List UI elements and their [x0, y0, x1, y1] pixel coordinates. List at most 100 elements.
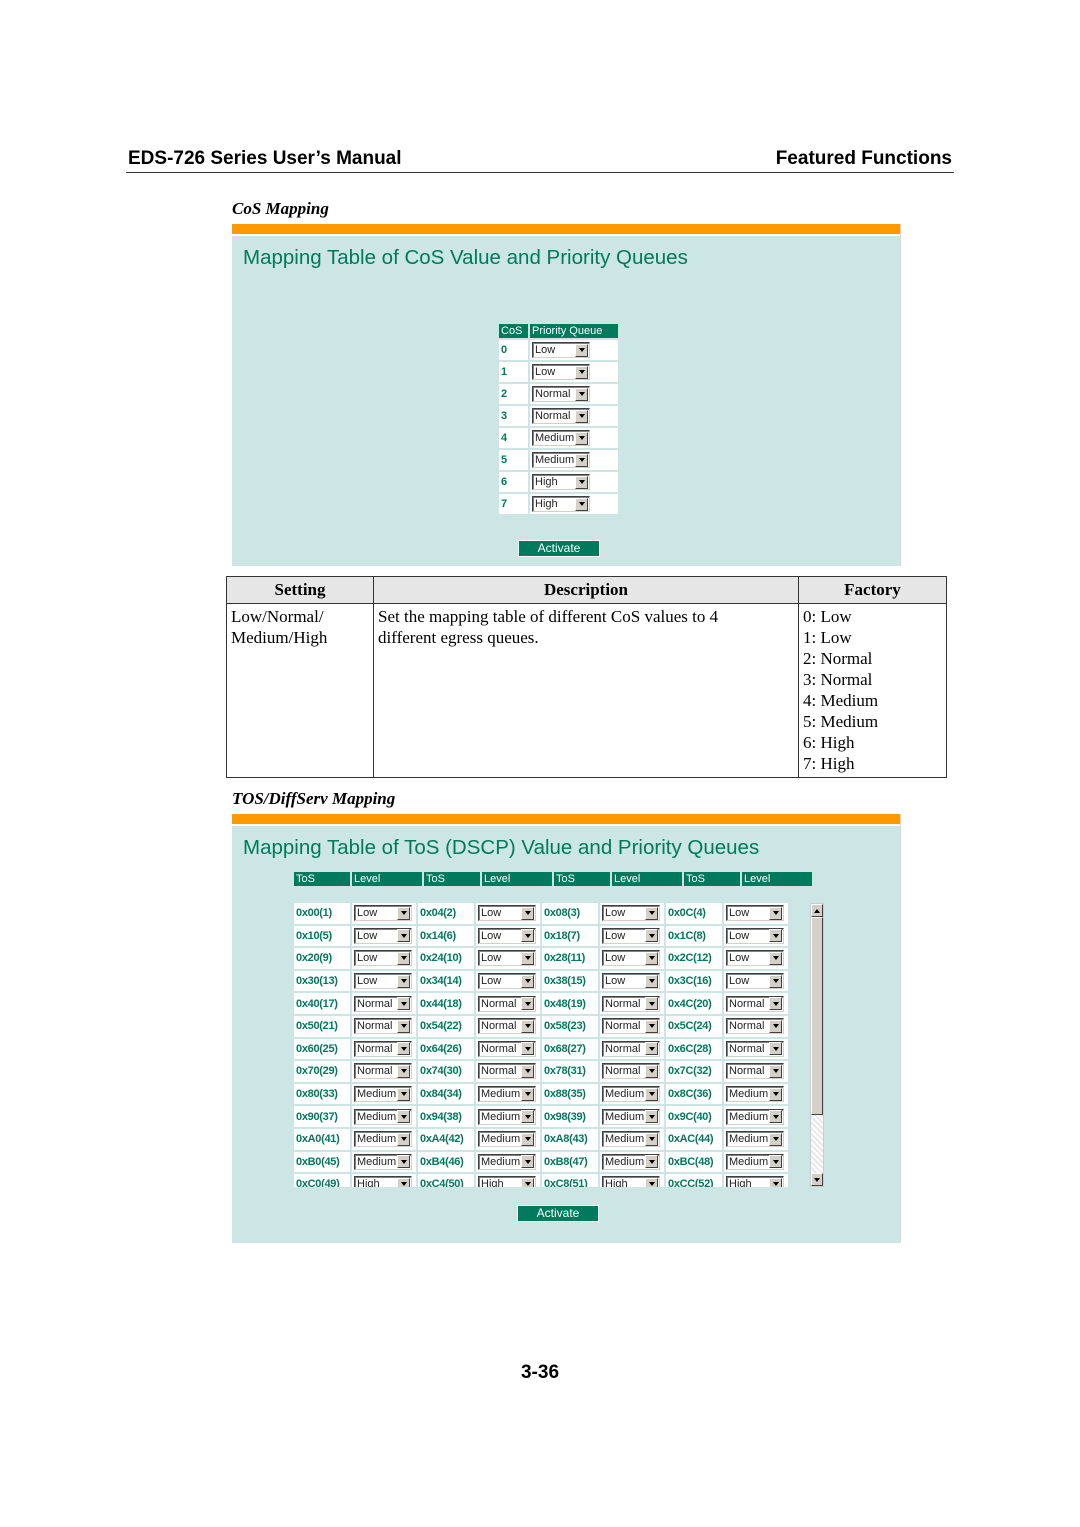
dropdown-arrow-icon[interactable] [645, 951, 658, 965]
level-select[interactable]: Low [478, 927, 536, 944]
dropdown-arrow-icon[interactable] [397, 997, 410, 1011]
level-select[interactable]: Medium [602, 1086, 660, 1103]
tos-activate-button[interactable]: Activate [517, 1205, 599, 1222]
level-select[interactable]: Normal [602, 1040, 660, 1057]
priority-queue-select[interactable]: Normal [532, 386, 590, 402]
cos-activate-button[interactable]: Activate [518, 540, 600, 557]
dropdown-arrow-icon[interactable] [575, 497, 588, 511]
level-select[interactable]: Low [354, 973, 412, 990]
priority-queue-select[interactable]: Medium [532, 452, 590, 468]
dropdown-arrow-icon[interactable] [521, 1177, 534, 1187]
dropdown-arrow-icon[interactable] [521, 997, 534, 1011]
dropdown-arrow-icon[interactable] [645, 1110, 658, 1124]
level-select[interactable]: Low [354, 927, 412, 944]
dropdown-arrow-icon[interactable] [521, 1019, 534, 1033]
level-select[interactable]: Low [602, 950, 660, 967]
level-select[interactable]: Medium [602, 1108, 660, 1125]
level-select[interactable]: Low [726, 973, 784, 990]
dropdown-arrow-icon[interactable] [645, 1064, 658, 1078]
level-select[interactable]: Medium [354, 1108, 412, 1125]
dropdown-arrow-icon[interactable] [397, 1155, 410, 1169]
level-select[interactable]: Medium [354, 1131, 412, 1148]
dropdown-arrow-icon[interactable] [397, 1177, 410, 1187]
dropdown-arrow-icon[interactable] [397, 951, 410, 965]
level-select[interactable]: Normal [354, 995, 412, 1012]
dropdown-arrow-icon[interactable] [769, 951, 782, 965]
dropdown-arrow-icon[interactable] [645, 1177, 658, 1187]
dropdown-arrow-icon[interactable] [575, 431, 588, 445]
level-select[interactable]: Medium [602, 1131, 660, 1148]
dropdown-arrow-icon[interactable] [645, 997, 658, 1011]
level-select[interactable]: Medium [478, 1086, 536, 1103]
dropdown-arrow-icon[interactable] [769, 929, 782, 943]
tos-scroll-area[interactable]: 0x00(1) Low 0x04(2) Low 0x08(3) Low 0x0C(4) Low… [292, 901, 824, 1187]
level-select[interactable]: Normal [602, 1063, 660, 1080]
dropdown-arrow-icon[interactable] [521, 1132, 534, 1146]
dropdown-arrow-icon[interactable] [769, 1132, 782, 1146]
dropdown-arrow-icon[interactable] [397, 1110, 410, 1124]
level-select[interactable]: Normal [726, 1018, 784, 1035]
level-select[interactable]: Medium [726, 1086, 784, 1103]
level-select[interactable]: Normal [354, 1040, 412, 1057]
priority-queue-select[interactable]: Low [532, 342, 590, 358]
level-select[interactable]: Normal [478, 1018, 536, 1035]
dropdown-arrow-icon[interactable] [769, 1110, 782, 1124]
level-select[interactable]: Low [602, 927, 660, 944]
dropdown-arrow-icon[interactable] [575, 475, 588, 489]
dropdown-arrow-icon[interactable] [521, 929, 534, 943]
dropdown-arrow-icon[interactable] [769, 1155, 782, 1169]
level-select[interactable]: High [602, 1176, 660, 1187]
level-select[interactable]: Normal [354, 1063, 412, 1080]
level-select[interactable]: Medium [478, 1108, 536, 1125]
dropdown-arrow-icon[interactable] [397, 1087, 410, 1101]
level-select[interactable]: Normal [602, 995, 660, 1012]
level-select[interactable]: Normal [726, 1063, 784, 1080]
dropdown-arrow-icon[interactable] [575, 409, 588, 423]
dropdown-arrow-icon[interactable] [397, 929, 410, 943]
level-select[interactable]: Normal [478, 1063, 536, 1080]
dropdown-arrow-icon[interactable] [521, 1042, 534, 1056]
dropdown-arrow-icon[interactable] [521, 1110, 534, 1124]
level-select[interactable]: Low [478, 905, 536, 922]
dropdown-arrow-icon[interactable] [769, 1177, 782, 1187]
level-select[interactable]: Medium [726, 1108, 784, 1125]
dropdown-arrow-icon[interactable] [397, 1042, 410, 1056]
priority-queue-select[interactable]: High [532, 496, 590, 512]
priority-queue-select[interactable]: Normal [532, 408, 590, 424]
dropdown-arrow-icon[interactable] [645, 1019, 658, 1033]
level-select[interactable]: Low [478, 950, 536, 967]
priority-queue-select[interactable]: Medium [532, 430, 590, 446]
dropdown-arrow-icon[interactable] [397, 1132, 410, 1146]
dropdown-arrow-icon[interactable] [575, 365, 588, 379]
priority-queue-select[interactable]: Low [532, 364, 590, 380]
level-select[interactable]: Medium [354, 1086, 412, 1103]
dropdown-arrow-icon[interactable] [769, 906, 782, 920]
dropdown-arrow-icon[interactable] [521, 974, 534, 988]
dropdown-arrow-icon[interactable] [645, 906, 658, 920]
level-select[interactable]: Normal [478, 1040, 536, 1057]
dropdown-arrow-icon[interactable] [397, 1019, 410, 1033]
level-select[interactable]: Low [602, 905, 660, 922]
level-select[interactable]: Medium [726, 1153, 784, 1170]
dropdown-arrow-icon[interactable] [521, 906, 534, 920]
dropdown-arrow-icon[interactable] [575, 387, 588, 401]
level-select[interactable]: High [726, 1176, 784, 1187]
dropdown-arrow-icon[interactable] [645, 974, 658, 988]
dropdown-arrow-icon[interactable] [575, 453, 588, 467]
dropdown-arrow-icon[interactable] [645, 1087, 658, 1101]
priority-queue-select[interactable]: High [532, 474, 590, 490]
dropdown-arrow-icon[interactable] [769, 1087, 782, 1101]
dropdown-arrow-icon[interactable] [397, 974, 410, 988]
level-select[interactable]: Normal [602, 1018, 660, 1035]
level-select[interactable]: Medium [354, 1153, 412, 1170]
dropdown-arrow-icon[interactable] [521, 1087, 534, 1101]
level-select[interactable]: Medium [726, 1131, 784, 1148]
level-select[interactable]: Low [478, 973, 536, 990]
level-select[interactable]: Low [726, 927, 784, 944]
level-select[interactable]: Low [354, 950, 412, 967]
dropdown-arrow-icon[interactable] [769, 1064, 782, 1078]
level-select[interactable]: Normal [726, 1040, 784, 1057]
scroll-down-arrow-icon[interactable] [811, 1173, 823, 1186]
scrollbar-thumb[interactable] [811, 917, 823, 1115]
dropdown-arrow-icon[interactable] [645, 1132, 658, 1146]
